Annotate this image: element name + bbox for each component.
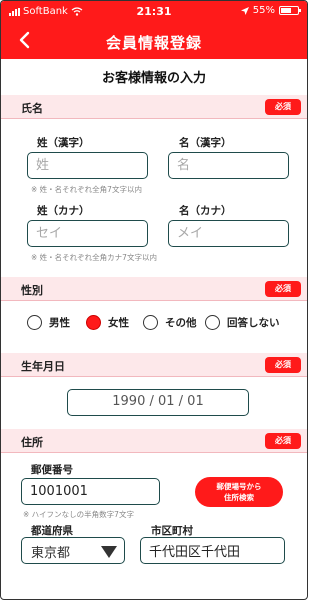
section-birthday-label: 生年月日 xyxy=(21,360,65,373)
first-name-kanji-label: 名（漢字） xyxy=(179,137,232,149)
kanji-name-note: ※ 姓・名それぞれ全角7文字以内 xyxy=(31,185,142,194)
section-address-header: 住所 必須 xyxy=(1,429,307,453)
prefecture-select[interactable]: 東京都 xyxy=(21,537,125,564)
last-name-kana-label: 姓（カナ） xyxy=(37,205,90,217)
gender-radio-group: 男性 女性 その他 回答しない xyxy=(1,315,307,335)
battery-percent: 55% xyxy=(252,5,275,16)
navigation-bar: 会員情報登録 xyxy=(1,23,307,59)
city-input[interactable] xyxy=(140,537,285,564)
last-name-kanji-label: 姓（漢字） xyxy=(37,137,90,149)
gender-option-label: 男性 xyxy=(49,317,70,329)
status-bar: SoftBank 21:31 55% xyxy=(1,1,307,23)
gender-option-no-answer[interactable]: 回答しない xyxy=(205,315,280,330)
section-gender-header: 性別 必須 xyxy=(1,277,307,301)
last-name-kanji-input[interactable] xyxy=(27,152,148,179)
status-right-group: 55% xyxy=(240,5,301,16)
kana-name-note: ※ 姓・名それぞれ全角カナ7文字以内 xyxy=(31,253,157,262)
gender-option-label: 回答しない xyxy=(227,317,280,329)
city-label: 市区町村 xyxy=(151,525,193,537)
section-name-label: 氏名 xyxy=(21,102,43,115)
gender-option-label: その他 xyxy=(165,317,197,329)
birthday-date-input[interactable]: 1990 / 01 / 01 xyxy=(67,389,249,416)
postal-code-input[interactable] xyxy=(21,478,160,505)
first-name-kana-input[interactable] xyxy=(168,220,289,247)
radio-button-selected[interactable] xyxy=(86,315,101,330)
postal-search-button[interactable]: 郵便場号から 住所検索 xyxy=(195,477,283,507)
last-name-kana-input[interactable] xyxy=(27,220,148,247)
section-birthday-header: 生年月日 必須 xyxy=(1,353,307,377)
prefecture-selected-value: 東京都 xyxy=(31,546,71,561)
location-arrow-icon xyxy=(240,6,249,15)
gender-option-other[interactable]: その他 xyxy=(143,315,197,330)
postal-code-note: ※ ハイフンなしの半角数字7文字 xyxy=(23,510,134,519)
battery-icon xyxy=(279,6,301,15)
first-name-kanji-input[interactable] xyxy=(168,152,289,179)
app-screen: SoftBank 21:31 55% 会員情報登録 お客様情報の入力 氏名 必須… xyxy=(0,0,308,600)
required-badge: 必須 xyxy=(265,433,301,449)
gender-option-female[interactable]: 女性 xyxy=(86,315,129,330)
section-gender-label: 性別 xyxy=(21,284,43,297)
first-name-kana-label: 名（カナ） xyxy=(179,205,232,217)
required-badge: 必須 xyxy=(265,99,301,115)
postal-code-label: 郵便番号 xyxy=(31,464,73,476)
dropdown-triangle-icon xyxy=(101,546,117,558)
nav-title: 会員情報登録 xyxy=(105,34,202,52)
required-badge: 必須 xyxy=(265,281,301,297)
gender-option-male[interactable]: 男性 xyxy=(27,315,70,330)
battery-fill xyxy=(281,8,291,13)
radio-button[interactable] xyxy=(27,315,42,330)
section-address-label: 住所 xyxy=(21,436,43,449)
page-title: お客様情報の入力 xyxy=(101,71,206,86)
required-badge: 必須 xyxy=(265,357,301,373)
gender-option-label: 女性 xyxy=(108,317,129,329)
radio-button[interactable] xyxy=(143,315,158,330)
section-name-header: 氏名 必須 xyxy=(1,95,307,119)
prefecture-label: 都道府県 xyxy=(31,525,73,537)
radio-button[interactable] xyxy=(205,315,220,330)
